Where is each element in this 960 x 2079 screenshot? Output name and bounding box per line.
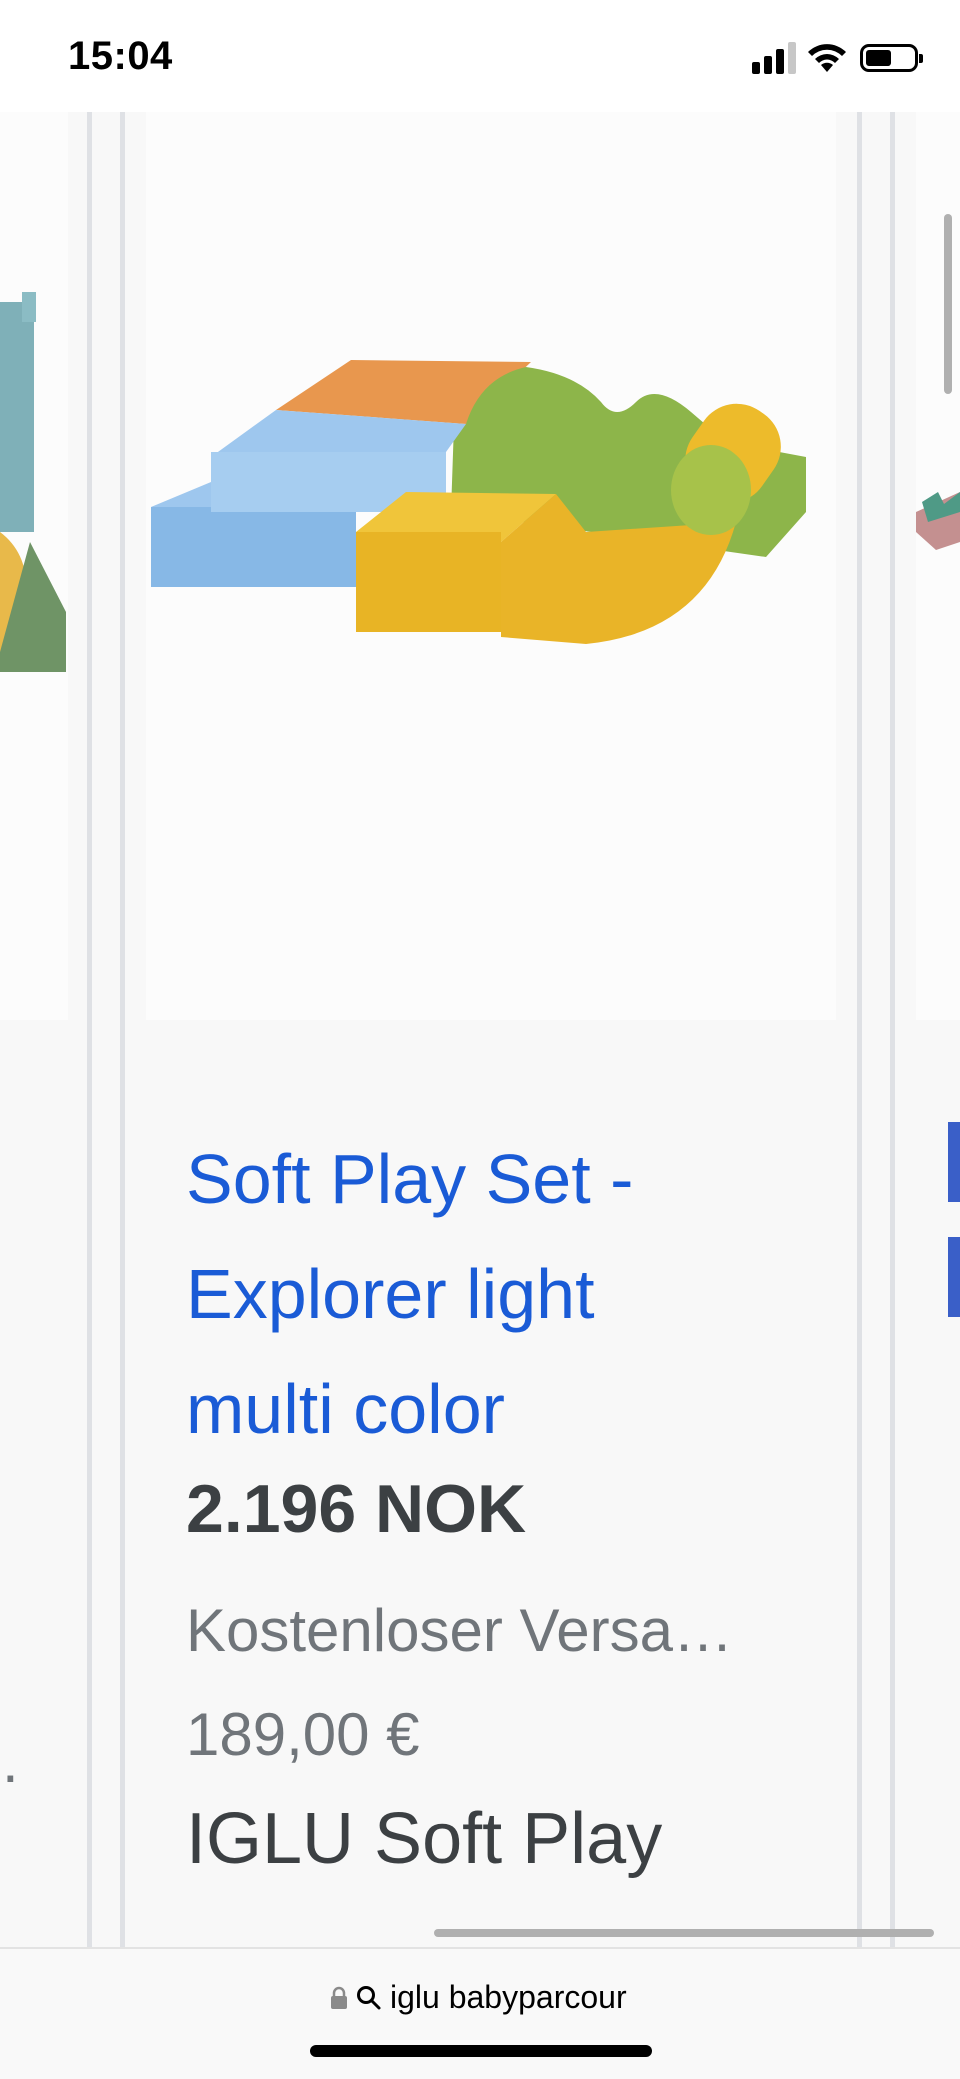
right-card-title-fragment [948, 1237, 960, 1317]
card-divider [857, 112, 862, 1947]
shopping-carousel[interactable]: . Soft Play Set - Explorer light multi c… [0, 112, 960, 1947]
status-time: 15:04 [68, 34, 173, 78]
vertical-scrollbar[interactable] [944, 214, 952, 394]
original-price: 189,00 € [186, 1701, 420, 1768]
signal-icon [752, 40, 798, 74]
url-display[interactable]: iglu babyparcour [330, 1979, 627, 2016]
product-image[interactable] [146, 112, 836, 1020]
card-divider [120, 112, 125, 1947]
left-card-ellipsis: . [2, 1728, 19, 1795]
merchant-name[interactable]: IGLU Soft Play [186, 1798, 662, 1880]
product-price: 2.196 NOK [186, 1471, 527, 1547]
status-bar: 15:04 [0, 0, 960, 112]
wifi-icon [808, 44, 846, 72]
product-title[interactable]: Soft Play Set - Explorer light multi col… [186, 1122, 746, 1467]
card-divider [890, 112, 895, 1947]
search-icon [357, 1985, 381, 2009]
left-card-image[interactable] [0, 112, 68, 1020]
card-divider [87, 112, 92, 1947]
shipping-info: Kostenloser Versa… [186, 1597, 733, 1664]
right-card-title-fragment [948, 1122, 960, 1202]
home-indicator[interactable] [310, 2045, 652, 2057]
soft-play-set-image [151, 360, 806, 644]
lock-icon [331, 1986, 347, 2009]
address-bar[interactable]: iglu babyparcour [0, 1947, 960, 2079]
battery-icon [860, 44, 923, 72]
horizontal-scrollbar[interactable] [434, 1929, 934, 1937]
search-query: iglu babyparcour [390, 1979, 627, 2015]
right-card-image[interactable] [916, 112, 960, 1020]
